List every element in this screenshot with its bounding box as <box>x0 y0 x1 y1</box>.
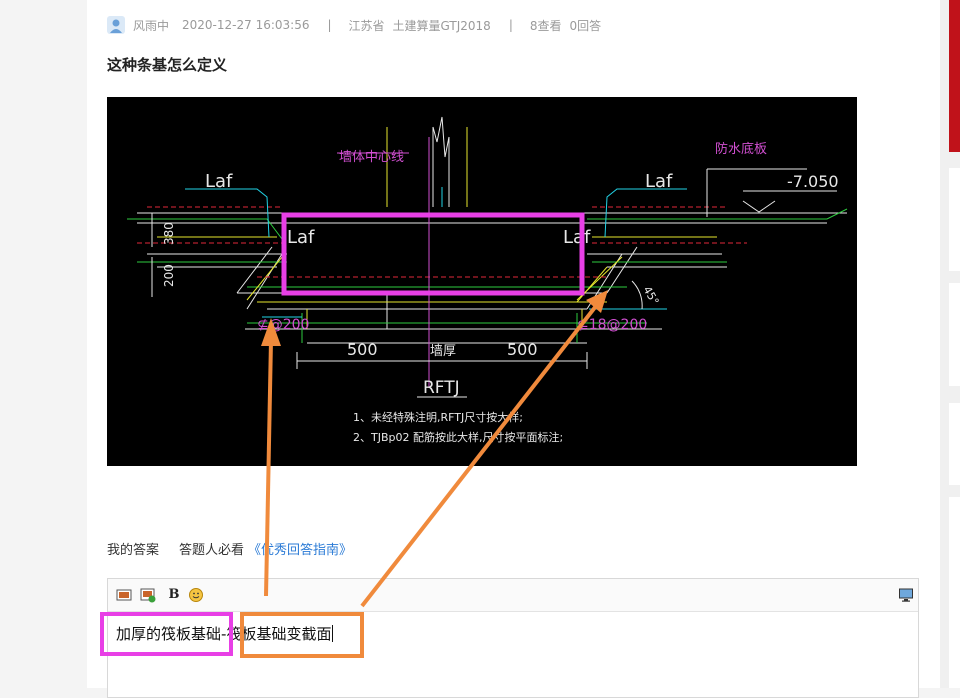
drawing-label-elevation: -7.050 <box>787 172 839 191</box>
insert-image-icon[interactable] <box>140 587 156 603</box>
cad-drawing-image[interactable]: 墙体中心线 防水底板 -7.050 Laf Laf Laf Laf 380 20… <box>107 97 857 466</box>
sidebar-card-3 <box>949 403 960 485</box>
sidebar-card-1 <box>949 168 960 271</box>
region: 江苏省 <box>348 18 385 33</box>
drawing-dim-380: 380 <box>162 222 176 245</box>
drawing-label-rebar-right: ⊈18@200 <box>577 317 647 333</box>
post-datetime: 2020-12-27 16:03:56 <box>182 18 310 32</box>
image-icon[interactable] <box>116 587 132 603</box>
drawing-note-1: 1、未经特殊注明,RFTJ尺寸按大样; <box>353 410 523 424</box>
monitor-icon[interactable] <box>898 587 914 603</box>
drawing-label-waterproof: 防水底板 <box>715 141 767 157</box>
smiley-icon[interactable] <box>188 587 204 603</box>
software-tag[interactable]: 土建算量GTJ2018 <box>393 17 491 34</box>
question-meta: 风雨中 2020-12-27 16:03:56 | 江苏省 土建算量GTJ201… <box>107 15 601 35</box>
drawing-label-wall-thickness: 墙厚 <box>430 344 456 359</box>
tab-must-read[interactable]: 答题人必看 <box>179 539 244 558</box>
cad-drawing-svg: 墙体中心线 防水底板 -7.050 Laf Laf Laf Laf 380 20… <box>127 116 848 444</box>
drawing-label-laf-top-right: Laf <box>645 171 673 192</box>
drawing-dim-500-right: 500 <box>507 340 538 359</box>
view-count: 8查看 <box>529 18 562 33</box>
drawing-label-laf-inner-left: Laf <box>287 227 315 248</box>
guide-link[interactable]: 《优秀回答指南》 <box>248 539 352 558</box>
drawing-section-name: RFTJ <box>423 378 460 398</box>
meta-separator: | <box>327 18 332 32</box>
answer-tabs: 我的答案 答题人必看 《优秀回答指南》 <box>107 539 352 558</box>
sidebar-card-2 <box>949 283 960 386</box>
tab-my-answer[interactable]: 我的答案 <box>107 539 159 558</box>
meta-separator: | <box>508 18 513 32</box>
username[interactable]: 风雨中 <box>133 17 169 34</box>
drawing-label-laf-top-left: Laf <box>205 171 233 192</box>
user-avatar-icon[interactable] <box>107 16 125 34</box>
annotation-box-orange <box>240 612 364 658</box>
bold-button[interactable]: B <box>166 587 182 603</box>
sidebar-card-4 <box>949 497 960 688</box>
drawing-note-2: 2、TJBp02 配筋按此大样,尺寸按平面标注; <box>353 430 563 444</box>
drawing-dim-500-left: 500 <box>347 340 378 359</box>
question-title: 这种条基怎么定义 <box>107 56 228 74</box>
drawing-label-angle: 45° <box>640 284 661 307</box>
drawing-highlight-box <box>281 212 585 296</box>
drawing-dim-200: 200 <box>162 264 176 287</box>
drawing-label-wall-center: 墙体中心线 <box>339 150 404 165</box>
editor-toolbar: B <box>108 579 918 612</box>
drawing-label-rebar-left: ⊈@200 <box>257 317 309 333</box>
sidebar-red-banner <box>949 0 960 152</box>
drawing-label-laf-inner-right: Laf <box>563 227 591 248</box>
annotation-box-magenta <box>100 612 233 656</box>
answer-count: 0回答 <box>569 18 602 33</box>
